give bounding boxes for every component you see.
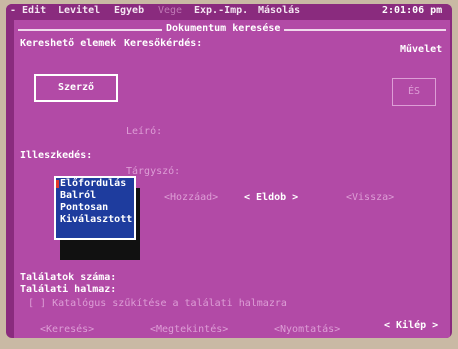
dropdown-option[interactable]: Pontosan: [56, 202, 134, 214]
dropdown-option[interactable]: Kiválasztott: [56, 214, 134, 226]
result-count-label: Találatok száma:: [20, 272, 117, 283]
menu-item-vege[interactable]: Vege: [158, 5, 182, 16]
window-title: Dokumentum keresése: [162, 23, 285, 34]
search-button[interactable]: <Keresés>: [40, 324, 94, 335]
menu-item-exp-imp[interactable]: Exp.-Imp.: [194, 5, 248, 16]
matching-dropdown[interactable]: Előfordulás Balról Pontosan Kiválasztott: [54, 176, 136, 240]
menu-item-egyeb[interactable]: Egyeb: [114, 5, 144, 16]
result-set-label: Találati halmaz:: [20, 284, 117, 295]
header-query: Keresőkérdés:: [124, 38, 203, 49]
header-searchable-items: Kereshető elemek: [20, 38, 117, 49]
and-label: ÉS: [407, 86, 421, 97]
clock: 2:01:06 pm: [382, 5, 443, 16]
descriptor-label: Leíró:: [126, 126, 163, 137]
matching-label: Illeszkedés:: [20, 150, 93, 161]
selection-marker: [56, 180, 59, 188]
back-button[interactable]: <Vissza>: [346, 192, 394, 203]
exit-button[interactable]: < Kilép >: [384, 320, 438, 331]
header-operation: Művelet: [400, 44, 443, 55]
print-button[interactable]: <Nyomtatás>: [274, 324, 340, 335]
discard-button[interactable]: < Eldob >: [244, 192, 298, 203]
option-label: Előfordulás: [60, 178, 127, 189]
dialog-window: Dokumentum keresése Kereshető elemek Ker…: [14, 20, 450, 338]
menu-item-edit[interactable]: - Edit: [10, 5, 46, 16]
monitor-screen: - Edit Levitel Egyeb Vege Exp.-Imp. Máso…: [6, 4, 452, 338]
add-button[interactable]: <Hozzáad>: [164, 192, 218, 203]
view-button[interactable]: <Megtekintés>: [150, 324, 228, 335]
menu-bar: - Edit Levitel Egyeb Vege Exp.-Imp. Máso…: [6, 4, 452, 18]
and-operator-button[interactable]: ÉS: [392, 78, 436, 106]
dropdown-option[interactable]: Előfordulás: [56, 178, 134, 190]
dropdown-option[interactable]: Balról: [56, 190, 134, 202]
menu-item-levitel[interactable]: Levitel: [58, 5, 100, 16]
author-label: Szerző: [57, 82, 95, 93]
menu-item-masolas[interactable]: Másolás: [258, 5, 300, 16]
narrow-catalog-checkbox[interactable]: [ ] Katalógus szűkítése a találati halma…: [28, 298, 287, 309]
author-field-button[interactable]: Szerző: [34, 74, 118, 102]
